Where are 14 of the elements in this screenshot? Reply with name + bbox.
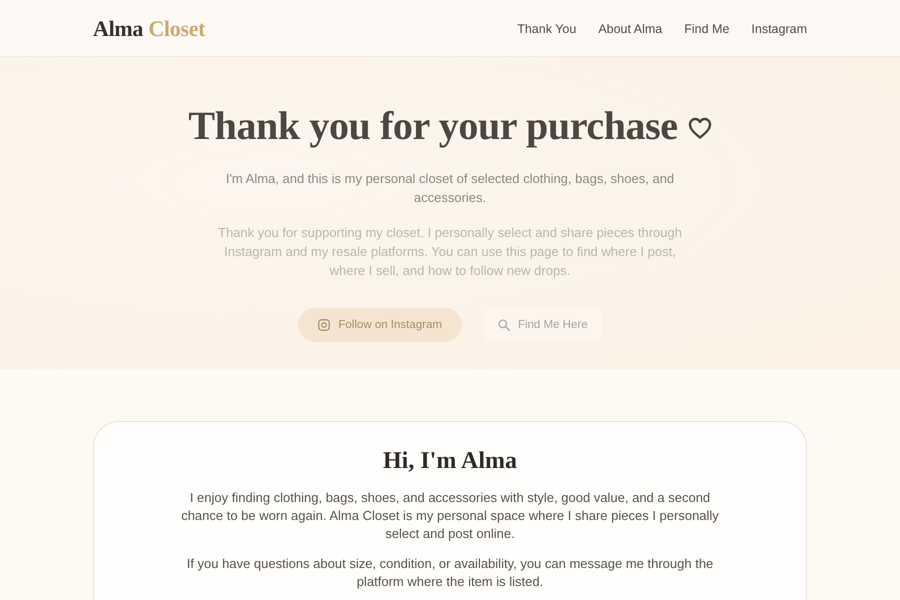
nav-link[interactable]: Thank You — [517, 22, 576, 36]
about-title: Hi, I'm Alma — [382, 448, 518, 475]
hero-title: Thank you for your purchase — [188, 102, 678, 149]
about-paragraph: I enjoy finding clothing, bags, shoes, and accessories with style, good value, and a second chance to be worn again. Alma Closet is my personal space where I share pieces I personally select and post online. — [180, 489, 720, 543]
heart-icon — [688, 116, 712, 138]
camera-icon — [318, 319, 330, 331]
hero-note: Thank you for supporting my closet. I personally select and share pieces through Instagram and my resale platforms. You can use this page to find where I post, where I sell, and how to follow new drops. — [217, 224, 683, 280]
search-icon — [498, 319, 510, 331]
home-logo[interactable]: Alma Closet — [93, 16, 206, 42]
nav-link[interactable]: Find Me — [684, 22, 730, 36]
about-paragraph: If you have questions about size, condition, or availability, you can message me through the platform where the item is listed. — [186, 555, 714, 591]
nav-link[interactable]: Instagram — [751, 22, 807, 36]
nav-link[interactable]: About Alma — [598, 22, 662, 36]
hero-intro: I'm Alma, and this is my personal closet of selected clothing, bags, shoes, and accessories. — [224, 170, 676, 207]
